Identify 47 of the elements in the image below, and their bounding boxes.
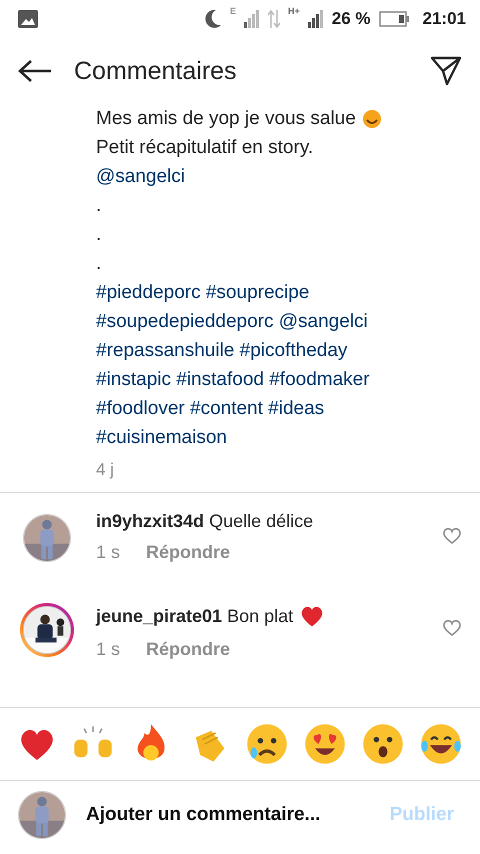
smiley-icon: [362, 108, 382, 128]
data-arrows-icon: [268, 10, 280, 28]
comment-text: jeune_pirate01 Bon plat: [96, 606, 294, 626]
surprised-face-icon: [361, 722, 405, 766]
comment-time: 1 s: [96, 542, 120, 563]
battery-percent: 26 %: [332, 9, 371, 29]
emoji-button[interactable]: [419, 722, 463, 766]
caption-text: Petit récapitulatif en story.: [96, 136, 314, 160]
heart-icon: [442, 527, 462, 545]
network-type-label: H+: [288, 6, 300, 16]
story-ring[interactable]: [20, 603, 74, 657]
crying-face-icon: [245, 722, 289, 766]
hashtag-link[interactable]: #soupedepieddeporc @sangelci: [96, 307, 368, 336]
send-icon: [430, 56, 462, 86]
back-button[interactable]: [18, 59, 52, 83]
post-time: 4 j: [96, 460, 115, 480]
comment-time: 1 s: [96, 639, 120, 660]
clock-time: 21:01: [422, 9, 466, 29]
caption-text: .: [96, 252, 102, 276]
hashtag-link[interactable]: @sangelci: [96, 162, 185, 191]
moon-icon: [204, 9, 222, 29]
comment-text: in9yhzxit34d Quelle délice: [96, 511, 314, 532]
caption-text: Mes amis de yop je vous salue: [96, 107, 356, 131]
image-icon: [18, 10, 38, 28]
caption-text: .: [96, 194, 102, 218]
hashtag-link[interactable]: #instapic #instafood #foodmaker: [96, 365, 370, 394]
laughing-face-icon: [419, 722, 463, 766]
signal-icon: [308, 10, 324, 28]
share-button[interactable]: [430, 56, 462, 86]
hashtag-link[interactable]: #pieddeporc #souprecipe: [96, 278, 310, 307]
heart-icon: [442, 619, 462, 637]
hashtag-link[interactable]: #foodlover #content #ideas: [96, 394, 324, 423]
battery-icon: [378, 11, 409, 27]
hashtag-link[interactable]: #cuisinemaison: [96, 423, 227, 452]
caption-text: .: [96, 223, 102, 247]
like-button[interactable]: [442, 527, 462, 545]
comment-input[interactable]: Ajouter un commentaire...: [84, 803, 366, 827]
page-title: Commentaires: [74, 56, 238, 86]
emoji-button[interactable]: [303, 722, 347, 766]
signal-icon: [244, 10, 260, 28]
emoji-button[interactable]: [245, 722, 289, 766]
like-button[interactable]: [442, 619, 462, 637]
hashtag-link[interactable]: #repassanshuile #picoftheday: [96, 336, 348, 365]
emoji-button[interactable]: [361, 722, 405, 766]
heart-eyes-icon: [303, 722, 347, 766]
network-type-label: E: [230, 6, 236, 16]
back-arrow-icon: [18, 59, 52, 83]
